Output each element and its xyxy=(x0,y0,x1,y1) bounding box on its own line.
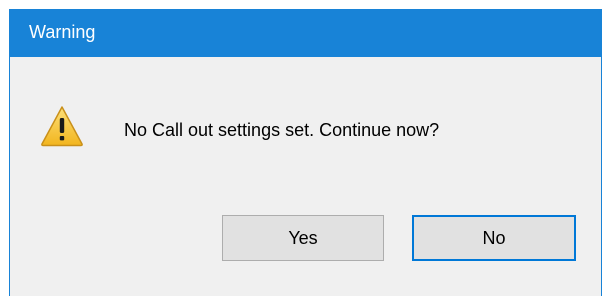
no-button[interactable]: No xyxy=(412,215,576,261)
yes-button[interactable]: Yes xyxy=(222,215,384,261)
warning-icon xyxy=(41,106,83,147)
dialog-title: Warning xyxy=(29,22,96,42)
no-button-label: No xyxy=(482,227,506,248)
warning-dialog: Warning No Call out settings set. Contin… xyxy=(9,9,602,296)
title-bar[interactable]: Warning xyxy=(9,9,602,57)
dialog-message: No Call out settings set. Continue now? xyxy=(124,120,440,140)
yes-button-label: Yes xyxy=(288,227,318,248)
